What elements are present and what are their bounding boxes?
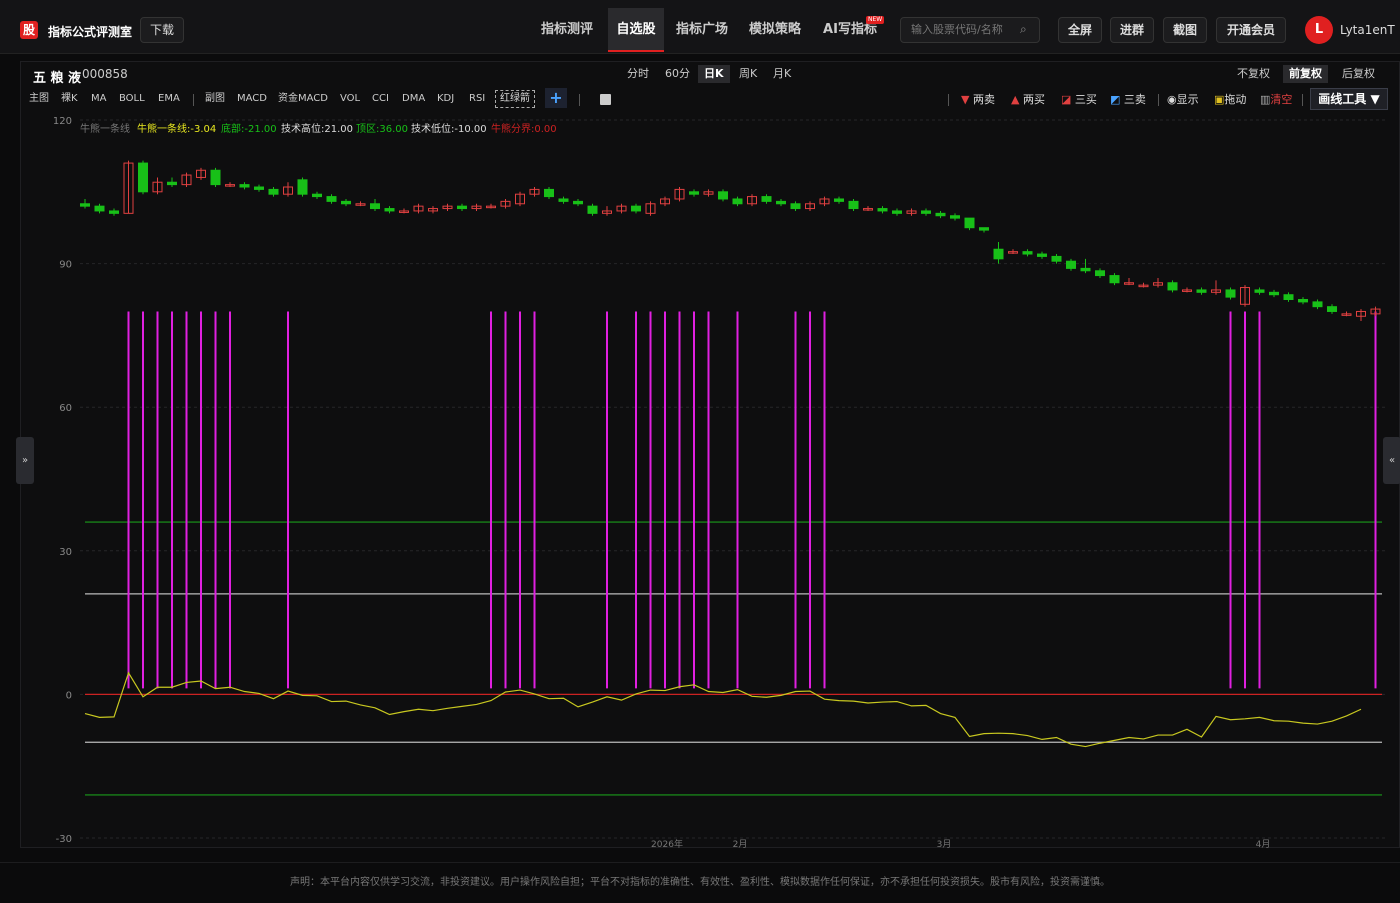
candle-body — [268, 188, 279, 195]
candle-body — [370, 203, 380, 210]
candle-body — [138, 162, 148, 193]
candle-body — [326, 196, 337, 202]
x-tick-label: 2月 — [733, 839, 748, 850]
y-tick-label: 30 — [59, 547, 72, 558]
kline-chart[interactable]: 120 90 60 30 0 -30 2026年 2月 3月 4月 牛熊一条线 牛熊一条线:-3… — [0, 0, 1400, 900]
candle-body — [790, 203, 801, 210]
candle-body — [1283, 294, 1294, 301]
legend-tech-low: 技术低位:-10.00 — [411, 122, 487, 135]
candle-body — [921, 210, 931, 214]
candle-body — [384, 208, 395, 212]
x-tick-label: 4月 — [1256, 839, 1271, 850]
candle-body — [689, 191, 699, 195]
candle-body — [1109, 275, 1120, 284]
bull-bear-line — [84, 671, 1362, 748]
candle-body — [109, 210, 119, 214]
candle-body — [1066, 260, 1076, 269]
candle-body — [979, 227, 989, 231]
candle-body — [1051, 255, 1062, 262]
candle-body — [80, 203, 90, 207]
candle-body — [761, 196, 772, 202]
candle-body — [167, 181, 177, 186]
candle-body — [935, 212, 946, 217]
legend-series: 牛熊一条线 — [80, 122, 130, 135]
y-tick-label: 90 — [59, 260, 72, 271]
legend-line: 牛熊一条线:-3.04 — [137, 122, 216, 135]
candle-body — [1196, 289, 1207, 293]
candle-body — [1080, 267, 1091, 272]
candle-body — [544, 188, 554, 198]
candle-body — [1095, 270, 1105, 277]
y-tick-label: 60 — [59, 403, 72, 414]
candle-body — [993, 248, 1004, 260]
candle-body — [210, 169, 221, 186]
candle-body — [457, 205, 467, 210]
legend-top-zone: 顶区:36.00 — [356, 123, 408, 135]
candle-body — [1225, 289, 1236, 298]
candle-body — [848, 200, 859, 210]
candle-body — [94, 205, 105, 212]
y-tick-label: 120 — [53, 116, 72, 127]
candle-body — [312, 193, 322, 198]
candle-body — [877, 208, 888, 212]
candle-body — [1327, 306, 1337, 312]
candle-body — [297, 179, 308, 195]
x-tick-label: 2026年 — [651, 838, 683, 850]
disclaimer: 声明：本平台内容仅供学习交流，非投资建议。用户操作风险自担；平台不对指标的准确性… — [0, 862, 1400, 900]
candle-body — [239, 184, 250, 188]
candle-body — [254, 186, 264, 190]
candle-body — [1037, 253, 1047, 257]
candle-body — [1167, 282, 1178, 291]
candle-body — [1254, 289, 1265, 293]
candle-body — [732, 198, 743, 205]
x-tick-label: 3月 — [937, 839, 952, 850]
candle-body — [964, 217, 975, 229]
y-tick-label: 0 — [66, 690, 72, 701]
candle-body — [1298, 299, 1308, 303]
y-tick-label: -30 — [56, 834, 72, 845]
candle-body — [892, 210, 902, 214]
candle-body — [573, 200, 583, 205]
candle-body — [776, 200, 786, 205]
candle-body — [631, 205, 641, 212]
candle-body — [950, 215, 960, 219]
candle-body — [341, 200, 351, 205]
candle-body — [1269, 291, 1279, 296]
candle-body — [718, 191, 728, 200]
legend-tech-high: 技术高位:21.00 — [281, 122, 353, 135]
legend-bottom: 底部:-21.00 — [221, 122, 277, 135]
candle-body — [1022, 251, 1033, 255]
candle-body — [558, 198, 569, 202]
legend-split: 牛熊分界:0.00 — [491, 122, 557, 135]
candle-body — [834, 198, 844, 202]
candle-body — [587, 205, 598, 214]
candle-body — [1312, 301, 1323, 308]
